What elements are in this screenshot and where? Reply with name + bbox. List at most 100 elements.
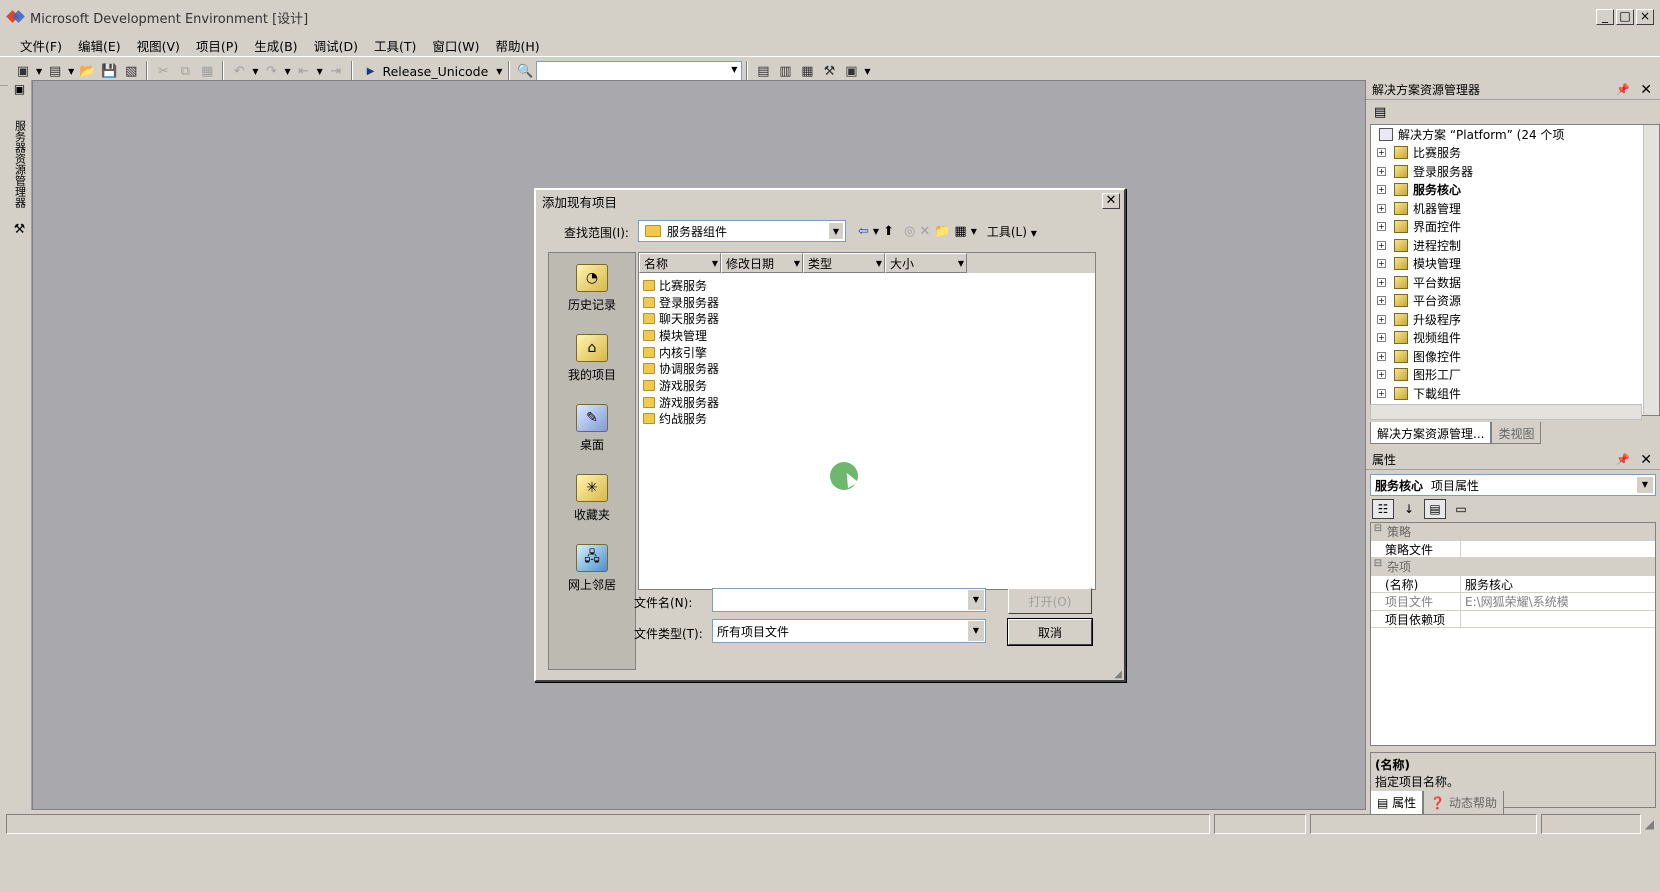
property-category[interactable]: ⊟ 策略 [1371,523,1655,541]
views-icon[interactable]: ▦ [954,224,966,239]
menu-debug[interactable]: 调试(D) [306,36,366,55]
chevron-down-icon[interactable]: ▼ [68,67,74,76]
tree-item[interactable]: + 进程控制 [1371,236,1659,255]
cut-icon[interactable]: ✂ [152,61,174,81]
filetype-dropdown[interactable]: 所有项目文件 ▼ [712,619,986,643]
resize-grip-icon[interactable]: ◢ [1114,669,1122,680]
menu-help[interactable]: 帮助(H) [487,36,547,55]
delete-icon[interactable]: ✕ [919,224,930,239]
up-folder-icon[interactable]: ⬆ [883,224,894,239]
copy-icon[interactable]: ⧉ [174,61,196,81]
chevron-down-icon[interactable]: ▼ [876,259,882,268]
tree-item[interactable]: + 机器管理 [1371,199,1659,218]
undo-icon[interactable]: ↶ [228,61,250,81]
server-explorer-icon[interactable]: ▣ [8,82,31,96]
properties-window-icon[interactable]: ▥ [774,61,796,81]
tree-item[interactable]: + 平台数据 [1371,273,1659,292]
menu-window[interactable]: 窗口(W) [424,36,487,55]
property-row[interactable]: 项目依赖项 [1371,610,1655,628]
pin-icon[interactable]: 📌 [1616,453,1630,466]
place-favorites[interactable]: ✳ 收藏夹 [549,463,635,533]
folder-item[interactable]: 模块管理 [639,327,1095,344]
tools-menu[interactable]: 工具(L) ▼ [987,223,1037,240]
folder-item[interactable]: 登录服务器 [639,294,1095,311]
column-size[interactable]: 大小 ▼ [885,253,967,273]
new-folder-icon[interactable]: 📁 [934,224,950,239]
expand-icon[interactable]: + [1377,333,1386,343]
chevron-down-icon[interactable]: ▼ [864,67,870,76]
folder-item[interactable]: 约战服务 [639,411,1095,428]
expand-icon[interactable]: + [1377,222,1386,232]
chevron-down-icon[interactable]: ▼ [731,65,737,74]
tree-item[interactable]: + 下載组件 [1371,384,1659,403]
chevron-down-icon[interactable]: ▼ [284,67,290,76]
column-name[interactable]: 名称 ▼ [639,253,721,273]
property-row[interactable]: 策略文件 [1371,540,1655,558]
property-grid[interactable]: ⊟ 策略 策略文件 ⊟ 杂项 (名称) 服务核心 项目文件 E:\网狐荣耀\系统模 项目… [1370,522,1656,746]
redo-icon[interactable]: ↷ [260,61,282,81]
chevron-down-icon[interactable]: ▼ [1637,477,1653,493]
folder-item[interactable]: 内核引擎 [639,344,1095,361]
tree-item[interactable]: + 图形工厂 [1371,366,1659,385]
collapse-icon[interactable]: ⊟ [1371,558,1385,575]
toolbox-icon[interactable]: ⚒ [8,222,31,237]
property-category[interactable]: ⊟ 杂项 [1371,558,1655,576]
server-explorer-tab[interactable]: 服务器资源管理器 [12,120,28,208]
column-type[interactable]: 类型 ▼ [803,253,885,273]
tree-item[interactable]: + 视频组件 [1371,329,1659,348]
folder-item[interactable]: 协调服务器 [639,360,1095,377]
start-icon[interactable]: ▶ [367,66,375,77]
property-row[interactable]: (名称) 服务核心 [1371,575,1655,593]
solution-config-dropdown[interactable]: ▶ Release_Unicode ▼ [367,64,505,79]
solution-root[interactable]: 解决方案 “Platform” (24 个项 [1371,125,1659,144]
chevron-down-icon[interactable]: ▼ [873,227,879,236]
navigate-forward-icon[interactable]: ⇥ [325,61,347,81]
properties-icon[interactable]: ▤ [1374,105,1386,120]
menu-tools[interactable]: 工具(T) [366,36,424,55]
new-project-icon[interactable]: ▣ [12,61,34,81]
tree-vertical-scrollbar[interactable] [1643,125,1659,415]
filename-input[interactable]: ▼ [712,588,986,612]
properties-page-icon[interactable]: ▤ [1424,499,1446,519]
resize-grip-icon[interactable]: ◢ [1645,817,1654,831]
folder-item[interactable]: 游戏服务器 [639,394,1095,411]
tree-item[interactable]: + 登录服务器 [1371,162,1659,181]
chevron-down-icon[interactable]: ▼ [794,259,800,268]
find-combo[interactable]: ▼ [536,61,743,81]
tree-horizontal-scrollbar[interactable] [1370,404,1642,420]
paste-icon[interactable]: ▦ [196,61,218,81]
maximize-button[interactable]: □ [1616,9,1634,25]
tree-item[interactable]: + 服务核心 [1371,181,1659,200]
menu-build[interactable]: 生成(B) [246,36,305,55]
expand-icon[interactable]: + [1377,370,1386,380]
menu-edit[interactable]: 编辑(E) [70,36,129,55]
categorized-icon[interactable]: ☷ [1372,499,1394,519]
lookin-dropdown[interactable]: 服务器组件 ▼ [638,220,846,242]
chevron-down-icon[interactable]: ▼ [958,259,964,268]
expand-icon[interactable]: + [1377,240,1386,250]
expand-icon[interactable]: + [1377,148,1386,158]
folder-item[interactable]: 聊天服务器 [639,310,1095,327]
class-view-icon[interactable]: ▣ [840,61,862,81]
expand-icon[interactable]: + [1377,296,1386,306]
save-all-icon[interactable]: ▧ [120,61,142,81]
close-button[interactable]: × [1636,9,1654,25]
column-modified[interactable]: 修改日期 ▼ [721,253,803,273]
tab-solution-explorer[interactable]: 解决方案资源管理... [1370,422,1492,444]
expand-icon[interactable]: + [1377,388,1386,398]
tree-item[interactable]: + 界面控件 [1371,218,1659,237]
back-icon[interactable]: ⇦ [858,224,869,239]
file-list[interactable]: 名称 ▼ 修改日期 ▼ 类型 ▼ 大小 ▼ 比赛服务 登录服务器 聊天服务器 模块管理 内核引擎… [638,252,1096,590]
place-network[interactable]: 🖧 网上邻居 [549,533,635,603]
expand-icon[interactable]: + [1377,259,1386,269]
expand-icon[interactable]: + [1377,185,1386,195]
menu-project[interactable]: 项目(P) [188,36,246,55]
property-pages-icon[interactable]: ▭ [1450,499,1472,519]
collapse-icon[interactable]: ⊟ [1371,523,1385,540]
tree-item[interactable]: + 图像控件 [1371,347,1659,366]
add-item-icon[interactable]: ▤ [44,61,66,81]
solution-explorer-icon[interactable]: ▤ [752,61,774,81]
navigate-back-icon[interactable]: ⇤ [293,61,315,81]
property-row[interactable]: 项目文件 E:\网狐荣耀\系统模 [1371,593,1655,611]
cancel-button[interactable]: 取消 [1008,619,1092,645]
